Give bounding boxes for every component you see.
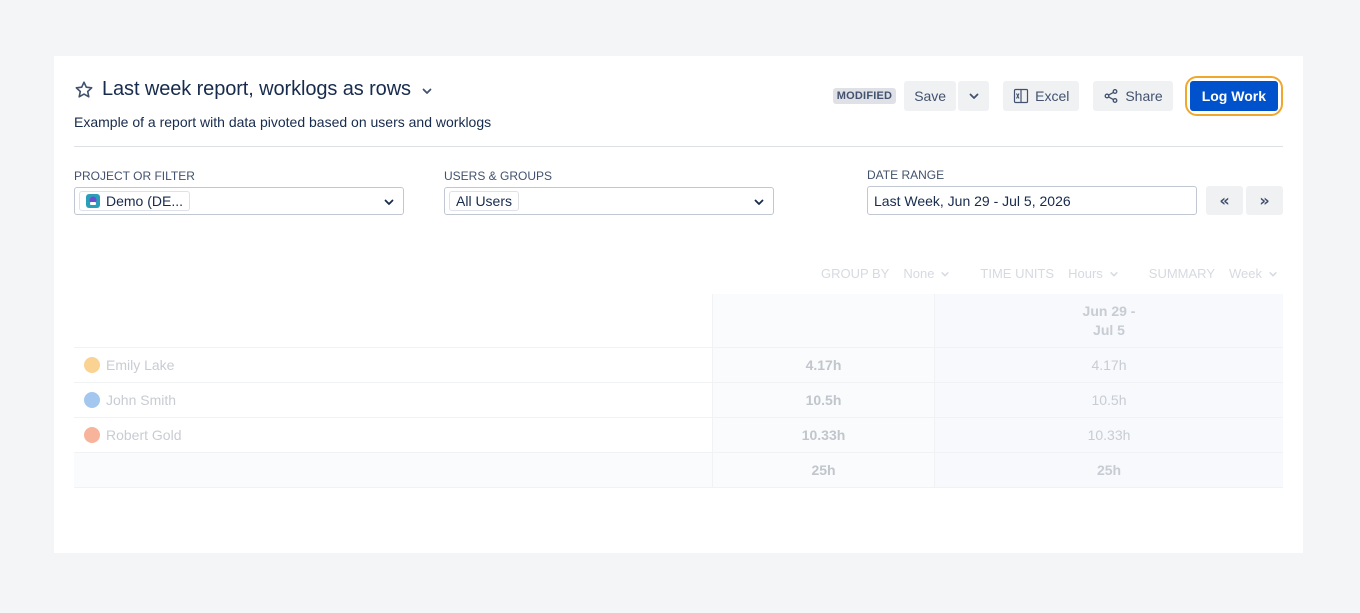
period-header-line2: Jul 5	[1093, 321, 1125, 338]
user-period-cell: 10.33h	[934, 418, 1283, 452]
period-header-line1: Jun 29 -	[1082, 302, 1136, 319]
excel-button-label: Excel	[1035, 88, 1070, 104]
chevron-down-icon	[969, 93, 979, 99]
excel-button[interactable]: Excel	[1003, 81, 1080, 111]
excel-icon	[1014, 88, 1029, 104]
chevron-down-icon	[941, 271, 950, 276]
users-chip-label: All Users	[456, 193, 513, 209]
share-icon	[1104, 89, 1118, 103]
group-by-label: GROUP BY	[820, 266, 890, 281]
user-name-cell: Robert Gold	[74, 418, 712, 452]
user-period-cell: 10.5h	[934, 383, 1283, 417]
user-name: Robert Gold	[106, 427, 182, 443]
status-badge: MODIFIED	[832, 88, 897, 104]
table-row: Emily Lake 4.17h 4.17h	[74, 348, 1283, 383]
time-units-label: TIME UNITS	[980, 266, 1055, 281]
share-button-label: Share	[1125, 88, 1163, 104]
table-header-row: Jun 29 - Jul 5	[74, 294, 1283, 348]
total-name-cell	[74, 453, 712, 487]
grand-period-cell: 25h	[934, 453, 1283, 487]
users-filter-select[interactable]: All Users	[444, 187, 774, 215]
worklog-table: Jun 29 - Jul 5 Emily Lake 4.17h 4.17h Jo…	[74, 294, 1283, 488]
date-range-label: DATE RANGE	[867, 168, 945, 182]
table-total-row: 25h 25h	[74, 453, 1283, 488]
user-total-cell: 10.5h	[712, 383, 934, 417]
report-card: Last week report, worklogs as rows Examp…	[54, 56, 1303, 553]
chevron-down-icon	[1110, 271, 1118, 276]
grand-total-cell: 25h	[712, 453, 934, 487]
user-total-cell: 10.33h	[712, 418, 934, 452]
project-filter-label: PROJECT OR FILTER	[74, 169, 195, 183]
date-range-input[interactable]	[867, 186, 1197, 215]
project-avatar-icon	[86, 194, 100, 208]
star-icon[interactable]	[74, 80, 94, 100]
table-row: Robert Gold 10.33h 10.33h	[74, 418, 1283, 453]
header-name-cell	[74, 294, 712, 347]
save-options-button[interactable]	[958, 81, 990, 111]
user-avatar-icon	[84, 357, 100, 373]
share-button[interactable]: Share	[1093, 81, 1173, 111]
user-avatar-icon	[84, 427, 100, 443]
chevron-down-icon	[384, 199, 394, 205]
chevron-down-icon	[1269, 271, 1277, 276]
summary-label: SUMMARY	[1148, 266, 1215, 281]
user-name-cell: Emily Lake	[74, 348, 712, 382]
page-title: Last week report, worklogs as rows	[102, 78, 411, 100]
user-name: John Smith	[106, 392, 177, 408]
user-total-cell: 4.17h	[712, 348, 934, 382]
report-title-row: Last week report, worklogs as rows	[74, 78, 433, 101]
log-work-button[interactable]: Log Work	[1189, 81, 1278, 111]
group-by-select[interactable]: None	[903, 266, 934, 281]
previous-period-button[interactable]: «	[1206, 186, 1243, 215]
header-total-cell	[712, 294, 934, 347]
chevron-down-icon	[754, 199, 764, 205]
user-name: Emily Lake	[106, 357, 175, 373]
user-avatar-icon	[84, 392, 100, 408]
user-name-cell: John Smith	[74, 383, 712, 417]
report-controls: GROUP BY None TIME UNITS Hours SUMMARY W…	[821, 266, 1278, 281]
next-period-button[interactable]: »	[1246, 186, 1283, 215]
users-filter-label: USERS & GROUPS	[444, 169, 553, 183]
users-chip[interactable]: All Users	[449, 191, 520, 211]
header-period-cell: Jun 29 - Jul 5	[934, 294, 1283, 347]
save-button-group: Save	[904, 81, 990, 111]
log-work-focus-ring: Log Work	[1184, 76, 1283, 116]
project-chip[interactable]: Demo (DE...	[79, 191, 191, 211]
table-row: John Smith 10.5h 10.5h	[74, 383, 1283, 418]
project-filter-select[interactable]: Demo (DE...	[74, 187, 404, 215]
title-chevron-down-icon[interactable]	[421, 84, 433, 96]
time-units-select[interactable]: Hours	[1068, 266, 1103, 281]
header-divider	[74, 146, 1283, 147]
report-description: Example of a report with data pivoted ba…	[74, 114, 492, 130]
summary-select[interactable]: Week	[1229, 266, 1262, 281]
project-chip-label: Demo (DE...	[106, 193, 184, 209]
toolbar: MODIFIED Save Excel Share Log Work	[832, 76, 1283, 116]
save-button[interactable]: Save	[904, 81, 957, 111]
user-period-cell: 4.17h	[934, 348, 1283, 382]
